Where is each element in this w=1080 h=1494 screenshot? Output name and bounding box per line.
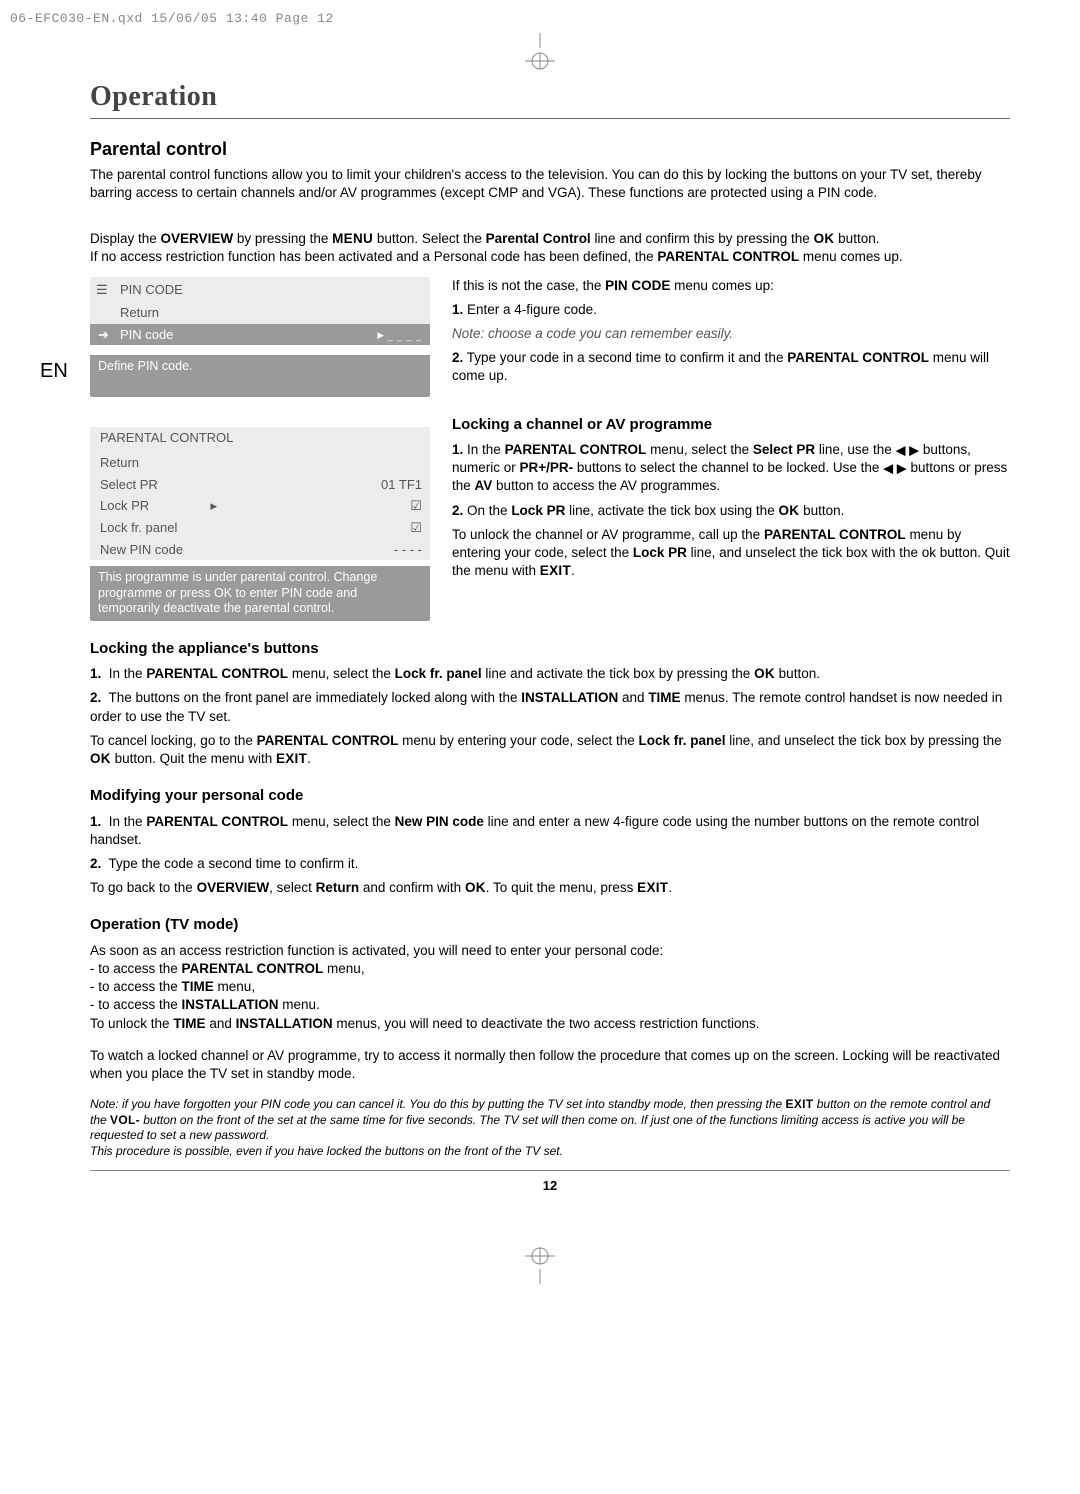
crop-mark-bottom (0, 1234, 1080, 1284)
footnote: Note: if you have forgotten your PIN cod… (90, 1097, 1010, 1159)
watch-locked-text: To watch a locked channel or AV programm… (90, 1047, 1010, 1083)
list-item: to access the INSTALLATION menu. (90, 996, 1010, 1014)
osd-title: PARENTAL CONTROL (100, 429, 233, 447)
menu-icon: ☰ (96, 281, 108, 299)
access-list: to access the PARENTAL CONTROL menu, to … (90, 960, 1010, 1015)
step-2: 2. On the Lock PR line, activate the tic… (452, 502, 1010, 520)
go-back-text: To go back to the OVERVIEW, select Retur… (90, 879, 1010, 897)
play-icon: ▸ _ _ _ _ (377, 326, 422, 344)
checkbox-icon: ☑ (410, 519, 422, 537)
subsection-heading: Locking the appliance's buttons (90, 639, 1010, 659)
no-access-text: If no access restriction function has be… (90, 248, 1010, 266)
osd-item: Return (120, 304, 159, 322)
note-remember-code: Note: choose a code you can remember eas… (452, 325, 1010, 343)
step-1: 1. In the PARENTAL CONTROL menu, select … (452, 441, 1010, 496)
subsection-heading: Locking a channel or AV programme (452, 415, 1010, 435)
subsection-heading: Operation (TV mode) (90, 915, 1010, 935)
list-item: to access the TIME menu, (90, 978, 1010, 996)
osd-info: This programme is under parental control… (90, 566, 430, 621)
step-2: 2. Type the code a second time to confir… (90, 855, 1010, 873)
chapter-heading: Operation (90, 78, 1010, 120)
arrow-right-icon: ➔ (98, 326, 109, 344)
osd-item: Select PR (100, 476, 158, 494)
op-tv-intro: As soon as an access restriction functio… (90, 942, 1010, 960)
osd-parental-control-menu: PARENTAL CONTROL Return Select PR01 TF1 … (90, 427, 430, 621)
unlock-channel-text: To unlock the channel or AV programme, c… (452, 526, 1010, 581)
pin-code-menu-text: If this is not the case, the PIN CODE me… (452, 277, 1010, 295)
osd-item: Return (100, 454, 139, 472)
unlock-menus-text: To unlock the TIME and INSTALLATION menu… (90, 1015, 1010, 1033)
display-overview-instruction: Display the OVERVIEW by pressing the MEN… (90, 230, 1010, 248)
osd-title: PIN CODE (120, 282, 183, 297)
osd-value: - - - - (394, 541, 422, 559)
page-number: 12 (90, 1171, 1010, 1195)
osd-value: 01 TF1 (381, 476, 422, 494)
step-2: 2. The buttons on the front panel are im… (90, 689, 1010, 725)
intro-paragraph: The parental control functions allow you… (90, 166, 1010, 202)
list-item: to access the PARENTAL CONTROL menu, (90, 960, 1010, 978)
prepress-slug: 06-EFC030-EN.qxd 15/06/05 13:40 Page 12 (0, 0, 1080, 28)
osd-item: Lock PR ▸ (100, 497, 217, 515)
step-2: 2. Type your code in a second time to co… (452, 349, 1010, 385)
step-1: 1. In the PARENTAL CONTROL menu, select … (90, 813, 1010, 849)
osd-info: Define PIN code. (90, 355, 430, 379)
crop-mark-top (0, 28, 1080, 78)
osd-item-selected: PIN code (120, 326, 173, 344)
osd-pin-code-menu: ☰ PIN CODE Return ➔ PIN code ▸ _ _ _ _ Defi… (90, 277, 430, 397)
step-1: 1. Enter a 4-figure code. (452, 301, 1010, 319)
subsection-heading: Modifying your personal code (90, 786, 1010, 806)
step-1: 1. In the PARENTAL CONTROL menu, select … (90, 665, 1010, 683)
osd-item: Lock fr. panel (100, 519, 177, 537)
osd-item: New PIN code (100, 541, 183, 559)
section-heading: Parental control (90, 137, 1010, 161)
checkbox-icon: ☑ (410, 497, 422, 515)
cancel-locking-text: To cancel locking, go to the PARENTAL CO… (90, 732, 1010, 768)
language-tab: EN (40, 358, 68, 385)
